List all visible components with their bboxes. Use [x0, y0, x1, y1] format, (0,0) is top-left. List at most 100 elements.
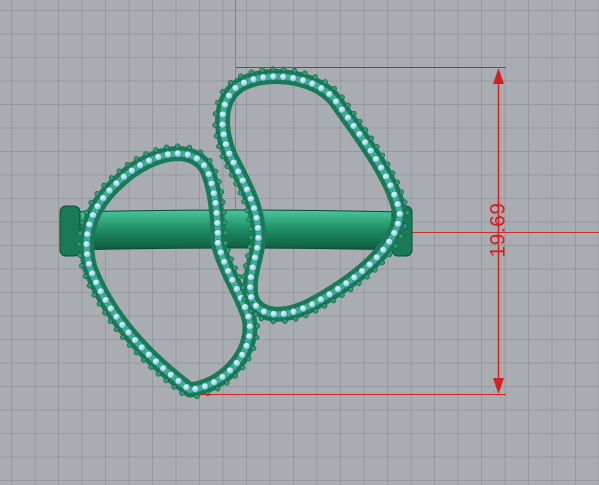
- prong-bead: [216, 179, 222, 185]
- prong-bead: [218, 189, 224, 195]
- prong-bead: [79, 263, 85, 269]
- pave-stone: [164, 150, 172, 159]
- prong-bead: [241, 296, 247, 302]
- prong-bead: [339, 292, 345, 298]
- pave-stone: [229, 158, 238, 167]
- pave-stone: [210, 378, 218, 387]
- pave-stone: [254, 224, 262, 232]
- prong-bead: [379, 152, 386, 158]
- prong-bead: [175, 143, 181, 149]
- pave-stone: [112, 179, 121, 188]
- pave-stone: [183, 150, 192, 159]
- prong-bead: [248, 308, 254, 314]
- pave-stone: [82, 240, 91, 249]
- pave-stone: [107, 304, 115, 313]
- pave-stone: [252, 214, 261, 222]
- prong-bead: [386, 251, 392, 258]
- pave-stone: [118, 320, 127, 329]
- pave-stone: [358, 267, 367, 276]
- pave-stone: [174, 377, 183, 385]
- pave-stone: [332, 97, 340, 106]
- prong-bead: [368, 135, 375, 141]
- prong-bead: [374, 144, 380, 150]
- pave-stone: [299, 304, 307, 313]
- prong-bead: [163, 377, 169, 384]
- prong-bead: [212, 122, 218, 128]
- prong-bead: [96, 301, 102, 307]
- pave-stone: [218, 110, 227, 119]
- pave-stone: [89, 211, 97, 220]
- prong-bead: [108, 175, 114, 181]
- prong-bead: [348, 286, 354, 293]
- prong-bead: [124, 161, 131, 168]
- prong-bead: [398, 233, 404, 239]
- pave-stone: [182, 383, 191, 392]
- prong-bead: [240, 284, 246, 291]
- prong-bead: [222, 219, 228, 226]
- pave-stone: [253, 243, 262, 252]
- pave-stone: [299, 76, 307, 85]
- prong-bead: [107, 318, 114, 324]
- pave-stone: [232, 285, 241, 293]
- pave-stone: [238, 350, 247, 359]
- prong-bead: [153, 147, 159, 153]
- pave-stone: [386, 181, 395, 190]
- prong-bead: [79, 219, 85, 226]
- pave-stone: [144, 350, 153, 359]
- prong-bead: [302, 70, 308, 76]
- pave-stone: [248, 263, 257, 272]
- prong-bead: [222, 240, 229, 246]
- pave-stone: [232, 359, 241, 367]
- pave-stone: [201, 382, 209, 391]
- pave-stone: [238, 176, 247, 185]
- prong-bead: [270, 318, 276, 325]
- prong-bead: [237, 190, 243, 196]
- prong-bead: [148, 364, 154, 370]
- prong-bead: [293, 316, 299, 322]
- prong-bead: [357, 118, 363, 125]
- prong-bead: [282, 318, 288, 324]
- pave-stone: [244, 312, 253, 321]
- prong-bead: [94, 191, 100, 197]
- prong-bead: [259, 67, 265, 73]
- prong-bead: [225, 247, 231, 253]
- pave-stone: [289, 74, 298, 82]
- prong-bead: [194, 393, 200, 400]
- prong-bead: [198, 149, 204, 155]
- prong-bead: [212, 111, 219, 117]
- prong-bead: [248, 69, 255, 75]
- ring-shank: [59, 205, 413, 257]
- pave-stone: [372, 253, 381, 262]
- pave-stone: [101, 296, 110, 304]
- pave-stone: [137, 343, 146, 352]
- pave-stone: [308, 79, 317, 88]
- pave-stone: [372, 155, 380, 164]
- prong-bead: [179, 390, 185, 396]
- pave-stone: [269, 310, 278, 318]
- pave-stone: [308, 300, 317, 309]
- dimension-arrow-top: [493, 68, 504, 84]
- pave-stone: [211, 199, 220, 208]
- prong-bead: [394, 179, 400, 186]
- prong-bead: [88, 199, 94, 206]
- prong-bead: [83, 209, 89, 215]
- pave-stone: [83, 250, 92, 259]
- prong-bead: [140, 357, 147, 363]
- pave-stone: [145, 156, 153, 165]
- prong-bead: [254, 334, 260, 341]
- pave-stone: [393, 200, 402, 209]
- pave-stone: [350, 273, 359, 282]
- pave-stone: [192, 154, 201, 163]
- pave-stone: [395, 210, 404, 218]
- prong-bead: [219, 153, 226, 160]
- cad-viewport[interactable]: 19.69: [0, 0, 599, 485]
- pave-stone: [279, 309, 288, 318]
- pave-stone: [85, 260, 93, 268]
- pave-stone: [382, 172, 390, 181]
- pave-stone: [385, 237, 394, 246]
- pave-stone: [209, 189, 218, 198]
- dimension-value[interactable]: 19.69: [487, 202, 511, 257]
- prong-bead: [219, 89, 226, 95]
- pave-stone: [228, 276, 237, 284]
- prong-bead: [82, 273, 88, 279]
